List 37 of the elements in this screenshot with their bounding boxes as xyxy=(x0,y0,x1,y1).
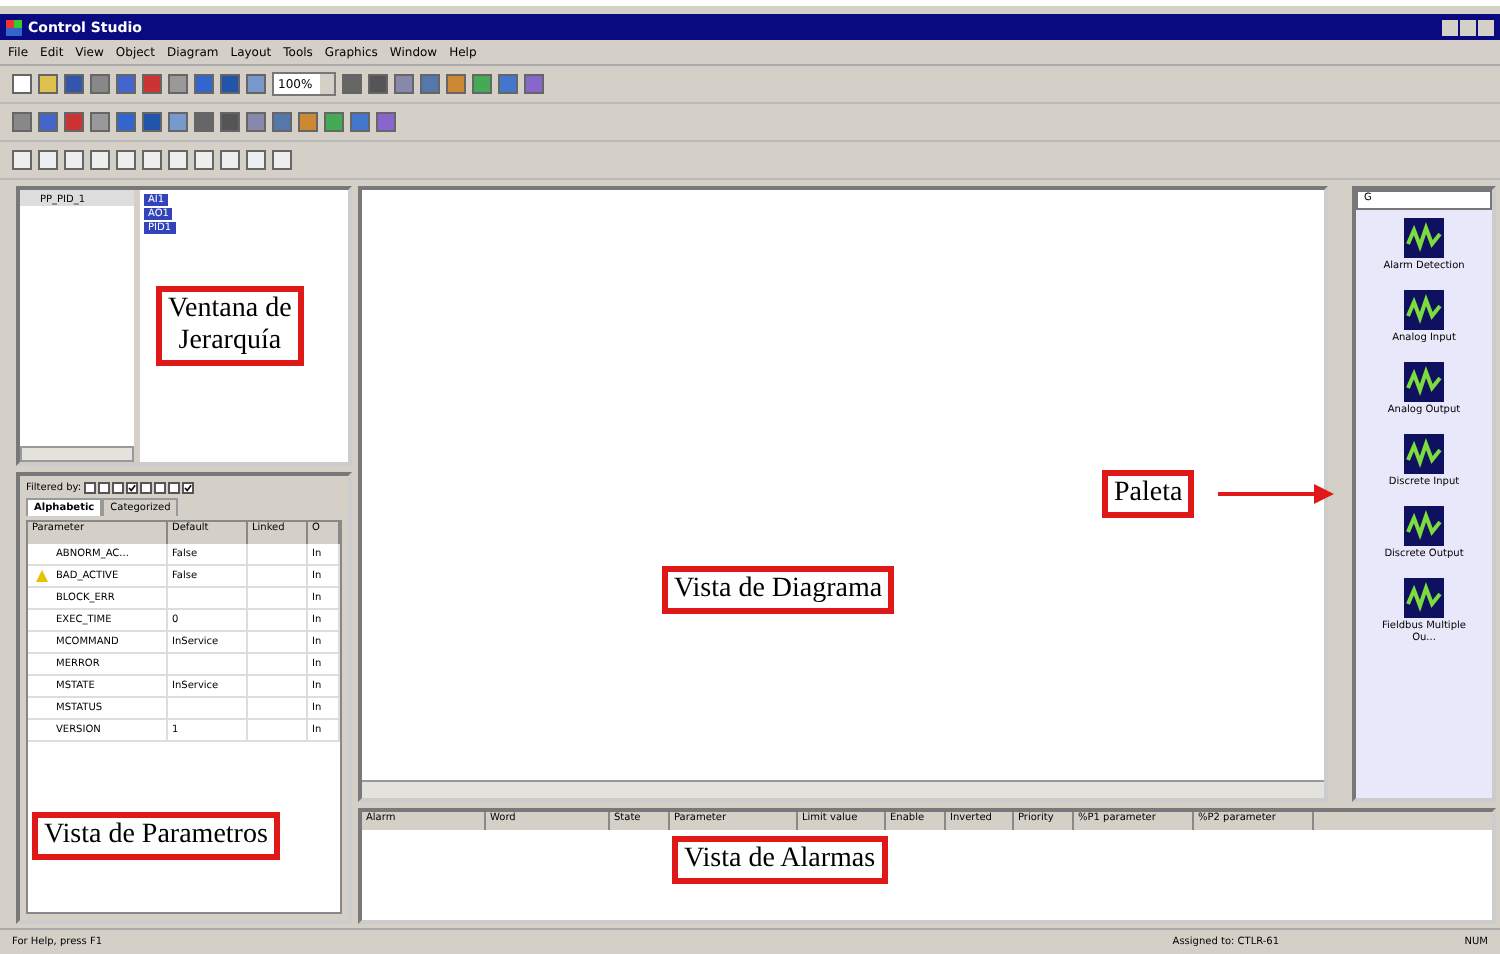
waveform-icon xyxy=(1404,506,1444,546)
scrollbar[interactable] xyxy=(20,446,134,462)
table-cell xyxy=(168,588,248,610)
annotation-label: Ventana de Jerarquía xyxy=(156,286,304,366)
filter-checkbox[interactable] xyxy=(167,482,180,494)
table-cell xyxy=(168,698,248,720)
waveform-icon xyxy=(1404,290,1444,330)
table-cell xyxy=(168,654,248,676)
warning-icon xyxy=(36,570,48,582)
annotation-arrow xyxy=(1218,482,1338,506)
table-cell xyxy=(248,676,308,698)
filter-checkbox[interactable] xyxy=(125,482,138,494)
table-cell xyxy=(248,588,308,610)
waveform-icon xyxy=(1404,434,1444,474)
table-cell xyxy=(248,698,308,720)
annotation-label: Paleta xyxy=(1102,470,1195,518)
table-cell xyxy=(248,632,308,654)
diagram-canvas[interactable]: Vista de Diagrama Paleta xyxy=(358,186,1328,802)
annotation-label: Vista de Diagrama xyxy=(662,566,895,614)
filter-checkbox[interactable] xyxy=(139,482,152,494)
filter-checkbox[interactable] xyxy=(83,482,96,494)
table-cell xyxy=(248,720,308,742)
filter-checkbox[interactable] xyxy=(181,482,194,494)
waveform-icon xyxy=(1404,362,1444,402)
annotation-label: Vista de Parametros xyxy=(32,812,280,860)
annotation-label: Vista de Alarmas xyxy=(672,836,888,884)
table-cell xyxy=(248,654,308,676)
filter-checkbox[interactable] xyxy=(153,482,166,494)
table-cell xyxy=(248,610,308,632)
waveform-icon xyxy=(1404,578,1444,618)
filter-checkbox[interactable] xyxy=(111,482,124,494)
scrollbar[interactable] xyxy=(362,780,1324,798)
table-cell xyxy=(248,566,308,588)
app-icon xyxy=(6,19,22,35)
filter-checkbox[interactable] xyxy=(97,482,110,494)
waveform-icon xyxy=(1404,218,1444,258)
table-cell xyxy=(248,544,308,566)
